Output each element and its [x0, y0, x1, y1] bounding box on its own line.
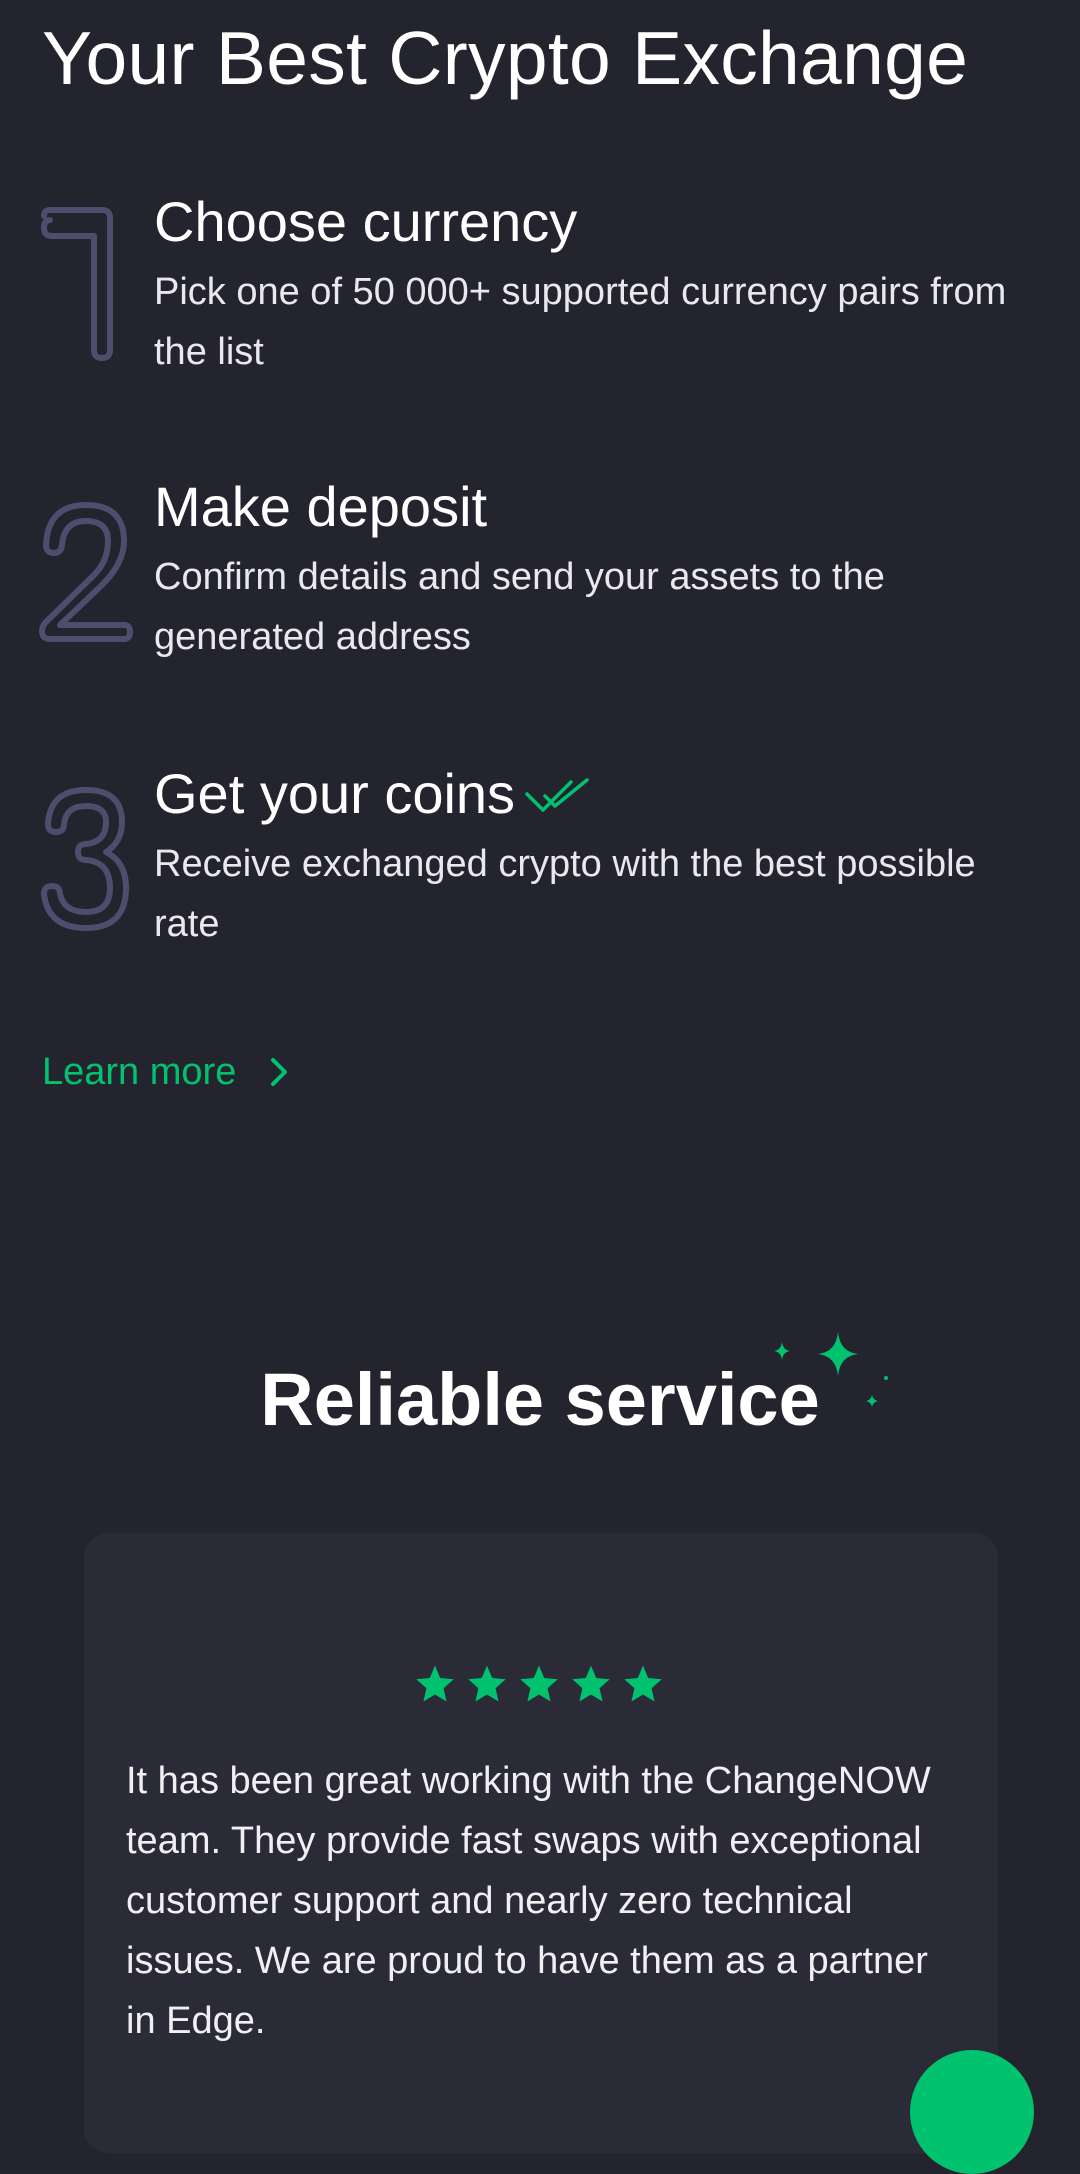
step-description: Confirm details and send your assets to …: [154, 556, 885, 658]
step-title: Make deposit: [154, 475, 488, 538]
reliable-service-title: Reliable service: [260, 1358, 820, 1441]
step-title: Get your coins: [154, 762, 591, 826]
step-description: Receive exchanged crypto with the best p…: [154, 843, 976, 945]
sparkles-icon: [774, 1332, 888, 1407]
chevron-right-icon: [271, 1058, 288, 1086]
step-number-1-icon: [41, 207, 113, 361]
chat-button[interactable]: [910, 2050, 1034, 2174]
rating-stars: [414, 1663, 664, 1705]
step-description: Pick one of 50 000+ supported currency p…: [154, 271, 1007, 373]
step-number-3-icon: [41, 787, 129, 931]
star-icon: [468, 1665, 506, 1702]
review-card: It has been great working with the Chang…: [84, 1533, 998, 2153]
learn-more-link[interactable]: Learn more: [42, 1044, 290, 1100]
star-icon: [416, 1665, 454, 1702]
page-title: Your Best Crypto Exchange: [42, 16, 969, 100]
review-text: It has been great working with the Chang…: [126, 1760, 931, 2042]
double-check-icon: [525, 778, 589, 812]
star-icon: [520, 1665, 558, 1702]
step-title-text: Get your coins: [154, 762, 516, 825]
step-number-2-icon: [39, 502, 133, 642]
learn-more-label: Learn more: [42, 1051, 237, 1093]
step-title: Choose currency: [154, 190, 578, 253]
star-icon: [572, 1665, 610, 1702]
star-icon: [624, 1665, 662, 1702]
